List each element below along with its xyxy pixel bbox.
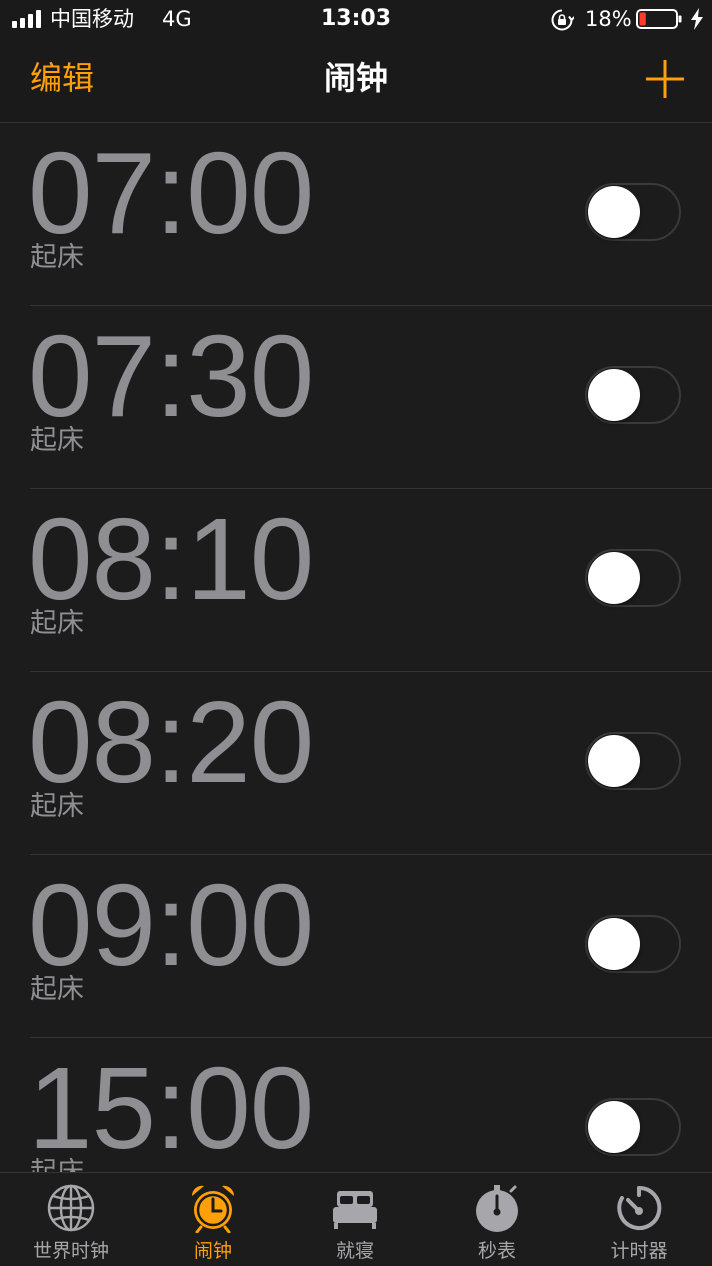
tab-label: 世界时钟 bbox=[32, 1240, 109, 1262]
alarm-toggle[interactable] bbox=[585, 549, 681, 607]
alarm-row[interactable]: 09:00 起床 bbox=[0, 855, 712, 1038]
alarm-label: 起床 bbox=[30, 425, 84, 456]
tab-alarm[interactable]: 闹钟 bbox=[142, 1173, 284, 1266]
alarm-toggle[interactable] bbox=[585, 915, 681, 973]
alarm-clock-icon bbox=[191, 1185, 235, 1233]
tab-world-clock[interactable]: 世界时钟 bbox=[0, 1173, 142, 1266]
tab-bar: 世界时钟 闹钟 就寝 秒表 计时器 bbox=[0, 1172, 712, 1266]
charging-bolt-icon bbox=[691, 8, 703, 30]
alarm-time: 07:30 bbox=[28, 311, 314, 441]
tab-label: 秒表 bbox=[477, 1240, 516, 1262]
alarm-toggle[interactable] bbox=[585, 732, 681, 790]
toggle-knob bbox=[588, 1101, 640, 1153]
tab-stopwatch[interactable]: 秒表 bbox=[426, 1173, 568, 1266]
page-title: 闹钟 bbox=[323, 59, 388, 97]
alarm-time: 08:20 bbox=[28, 677, 314, 807]
alarm-row[interactable]: 07:30 起床 bbox=[0, 306, 712, 489]
bed-icon bbox=[333, 1191, 377, 1229]
plus-icon[interactable] bbox=[646, 60, 684, 98]
toggle-knob bbox=[588, 186, 640, 238]
alarm-toggle[interactable] bbox=[585, 1098, 681, 1156]
navigation-bar: 编辑 闹钟 bbox=[0, 40, 712, 123]
alarm-toggle[interactable] bbox=[585, 183, 681, 241]
alarm-time: 15:00 bbox=[28, 1043, 314, 1172]
timer-icon bbox=[617, 1185, 662, 1230]
alarm-time: 08:10 bbox=[28, 494, 314, 624]
battery-icon bbox=[636, 9, 682, 29]
battery-percent: 18% bbox=[585, 7, 632, 31]
alarm-toggle[interactable] bbox=[585, 366, 681, 424]
toggle-knob bbox=[588, 369, 640, 421]
alarm-row[interactable]: 15:00 起床 bbox=[0, 1038, 712, 1172]
rotation-lock-icon bbox=[551, 9, 574, 31]
alarm-label: 起床 bbox=[30, 608, 84, 639]
toggle-knob bbox=[588, 735, 640, 787]
alarm-label: 起床 bbox=[30, 974, 84, 1005]
alarm-time: 07:00 bbox=[28, 128, 314, 258]
alarm-label: 起床 bbox=[30, 1156, 84, 1172]
tab-timer[interactable]: 计时器 bbox=[568, 1173, 710, 1266]
tab-bedtime[interactable]: 就寝 bbox=[284, 1173, 426, 1266]
stopwatch-icon bbox=[476, 1185, 518, 1232]
alarm-row[interactable]: 08:20 起床 bbox=[0, 672, 712, 855]
alarm-row[interactable]: 07:00 起床 bbox=[0, 123, 712, 306]
globe-icon bbox=[47, 1184, 95, 1232]
status-bar: 中国移动 4G 13:03 18% bbox=[0, 0, 712, 40]
toggle-knob bbox=[588, 918, 640, 970]
toggle-knob bbox=[588, 552, 640, 604]
clock-app-screen: 中国移动 4G 13:03 18% 编辑 闹钟 07:00 起床 07:30 起… bbox=[0, 0, 712, 1266]
alarm-label: 起床 bbox=[30, 791, 84, 822]
alarm-label: 起床 bbox=[30, 242, 84, 273]
tab-label: 就寝 bbox=[335, 1240, 374, 1262]
alarm-time: 09:00 bbox=[28, 860, 314, 990]
alarm-list: 07:00 起床 07:30 起床 08:10 起床 08:20 起床 09:0… bbox=[0, 123, 712, 1172]
tab-label: 闹钟 bbox=[193, 1240, 232, 1262]
alarm-row[interactable]: 08:10 起床 bbox=[0, 489, 712, 672]
tab-label: 计时器 bbox=[610, 1240, 668, 1262]
